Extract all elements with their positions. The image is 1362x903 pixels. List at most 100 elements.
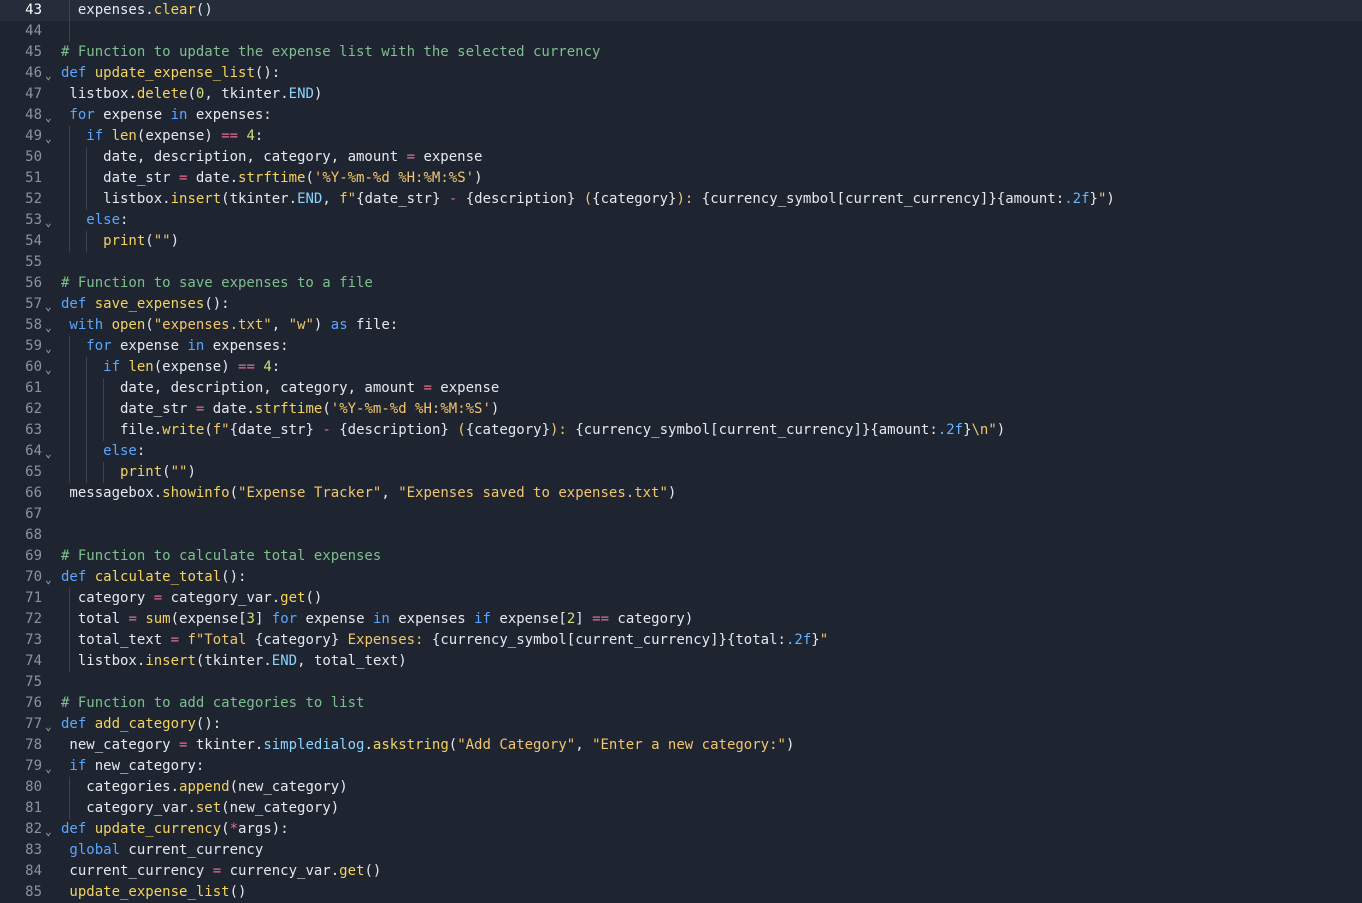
code-token: category (263, 632, 331, 648)
code-line[interactable]: 79 ⌄ if new_category: (0, 756, 1362, 777)
fold-chevron-icon[interactable]: ⌄ (45, 107, 52, 128)
code-token: = (212, 863, 222, 879)
code-line[interactable]: 51 date_str = date.strftime('%Y-%m-%d %H:… (0, 168, 1362, 189)
code-token: date_str (120, 401, 196, 417)
code-line[interactable]: 84 current_currency = currency_var.get() (0, 861, 1362, 882)
code-text: print("") (120, 462, 196, 483)
code-token: . (288, 191, 298, 207)
code-token: == (592, 611, 609, 627)
code-line[interactable]: 52 listbox.insert(tkinter.END, f"{date_st… (0, 189, 1362, 210)
code-line[interactable]: 44 (0, 21, 1362, 42)
code-line[interactable]: 69 # Function to calculate total expenses (0, 546, 1362, 567)
code-line[interactable]: 78 new_category = tkinter.simpledialog.as… (0, 735, 1362, 756)
code-line[interactable]: 81 category_var.set(new_category) (0, 798, 1362, 819)
code-line[interactable]: 59 ⌄ for expense in expenses: (0, 336, 1362, 357)
code-token: new_category (69, 737, 179, 753)
code-text: def update_currency(*args): (61, 819, 289, 840)
code-token: if (86, 128, 104, 144)
code-line[interactable]: 63 file.write(f"{date_str} - {description… (0, 420, 1362, 441)
code-token: , (297, 653, 314, 669)
code-line[interactable]: 45 # Function to update the expense list … (0, 42, 1362, 63)
code-line[interactable]: 70 ⌄ def calculate_total(): (0, 567, 1362, 588)
code-token: if (474, 611, 491, 627)
code-token: currency_var (221, 863, 331, 879)
code-line[interactable]: 57 ⌄ def save_expenses(): (0, 294, 1362, 315)
code-line[interactable]: 53 ⌄ else: (0, 210, 1362, 231)
code-line[interactable]: 62 date_str = date.strftime('%Y-%m-%d %H:… (0, 399, 1362, 420)
code-token: save_expenses (94, 296, 205, 312)
code-token: ( (187, 86, 196, 102)
code-editor[interactable]: 43 expenses.clear() 44 45 # Function to upda… (0, 0, 1362, 903)
code-line[interactable]: 66 messagebox.showinfo("Expense Tracker",… (0, 483, 1362, 504)
code-token: ( (322, 401, 331, 417)
code-token: simpledialog (263, 737, 365, 753)
fold-chevron-icon[interactable]: ⌄ (45, 443, 52, 464)
code-line[interactable]: 58 ⌄ with open("expenses.txt", "w") as fil… (0, 315, 1362, 336)
code-line[interactable]: 83 global current_currency (0, 840, 1362, 861)
fold-chevron-icon[interactable]: ⌄ (45, 212, 52, 233)
code-token: ) (330, 800, 340, 816)
fold-chevron-icon[interactable]: ⌄ (45, 569, 52, 590)
code-line[interactable]: 74 listbox.insert(tkinter.END, total_text… (0, 651, 1362, 672)
code-line[interactable]: 49 ⌄ if len(expense) == 4: (0, 126, 1362, 147)
line-number: 58 (25, 317, 42, 333)
code-line[interactable]: 61 date, description, category, amount = … (0, 378, 1362, 399)
code-token: category_var (162, 590, 272, 606)
code-line[interactable]: 71 category = category_var.get() (0, 588, 1362, 609)
code-token: # Function to update the expense list wi… (61, 44, 601, 60)
code-token: category (474, 422, 542, 438)
fold-chevron-icon[interactable]: ⌄ (45, 65, 52, 86)
line-number: 82 (25, 821, 42, 837)
code-token: } (330, 632, 340, 648)
code-line[interactable]: 64 ⌄ else: (0, 441, 1362, 462)
code-text: date_str = date.strftime('%Y-%m-%d %H:%M… (120, 399, 499, 420)
fold-chevron-icon[interactable]: ⌄ (45, 821, 52, 842)
code-line[interactable]: 75 (0, 672, 1362, 693)
line-number: 55 (25, 254, 42, 270)
fold-chevron-icon[interactable]: ⌄ (45, 758, 52, 779)
code-line[interactable]: 72 total = sum(expense[3] for expense in … (0, 609, 1362, 630)
fold-chevron-icon[interactable]: ⌄ (45, 359, 52, 380)
code-line[interactable]: 67 (0, 504, 1362, 525)
code-token: listbox (103, 191, 163, 207)
code-line[interactable]: 48 ⌄ for expense in expenses: (0, 105, 1362, 126)
code-token: ( (145, 233, 154, 249)
code-text: else: (86, 210, 128, 231)
line-number: 76 (25, 695, 42, 711)
fold-chevron-icon[interactable]: ⌄ (45, 338, 52, 359)
code-line[interactable]: 85 update_expense_list() (0, 882, 1362, 903)
code-line[interactable]: 82 ⌄ def update_currency(*args): (0, 819, 1362, 840)
code-line[interactable]: 56 # Function to save expenses to a file (0, 273, 1362, 294)
code-line[interactable]: 46 ⌄ def update_expense_list(): (0, 63, 1362, 84)
code-line[interactable]: 55 (0, 252, 1362, 273)
code-token: . (280, 86, 289, 102)
code-line[interactable]: 50 date, description, category, amount = … (0, 147, 1362, 168)
code-line[interactable]: 43 expenses.clear() (0, 0, 1362, 21)
code-token: date_str (238, 422, 306, 438)
code-line[interactable]: 47 listbox.delete(0, tkinter.END) (0, 84, 1362, 105)
fold-chevron-icon[interactable]: ⌄ (45, 716, 52, 737)
code-line[interactable]: 68 (0, 525, 1362, 546)
fold-chevron-icon[interactable]: ⌄ (45, 296, 52, 317)
code-line[interactable]: 76 # Function to add categories to list (0, 693, 1362, 714)
line-number: 47 (25, 86, 42, 102)
code-token: calculate_total (94, 569, 222, 585)
code-line[interactable]: 60 ⌄ if len(expense) == 4: (0, 357, 1362, 378)
code-line[interactable]: 65 print("") (0, 462, 1362, 483)
line-number: 68 (25, 527, 42, 543)
line-number: 59 (25, 338, 42, 354)
code-line[interactable]: 73 total_text = f"Total {category} Expens… (0, 630, 1362, 651)
code-line[interactable]: 54 print("") (0, 231, 1362, 252)
indent-guide (69, 147, 71, 168)
code-line[interactable]: 77 ⌄ def add_category(): (0, 714, 1362, 735)
code-token: ( (229, 779, 239, 795)
code-token: as (330, 317, 348, 333)
code-line[interactable]: 80 categories.append(new_category) (0, 777, 1362, 798)
indent-guide (69, 420, 71, 441)
fold-chevron-icon[interactable]: ⌄ (45, 317, 52, 338)
code-token: "expenses.txt" (153, 317, 272, 333)
code-token: . (364, 737, 373, 753)
code-text: listbox.insert(tkinter.END, f"{date_str}… (103, 189, 1115, 210)
fold-chevron-icon[interactable]: ⌄ (45, 128, 52, 149)
